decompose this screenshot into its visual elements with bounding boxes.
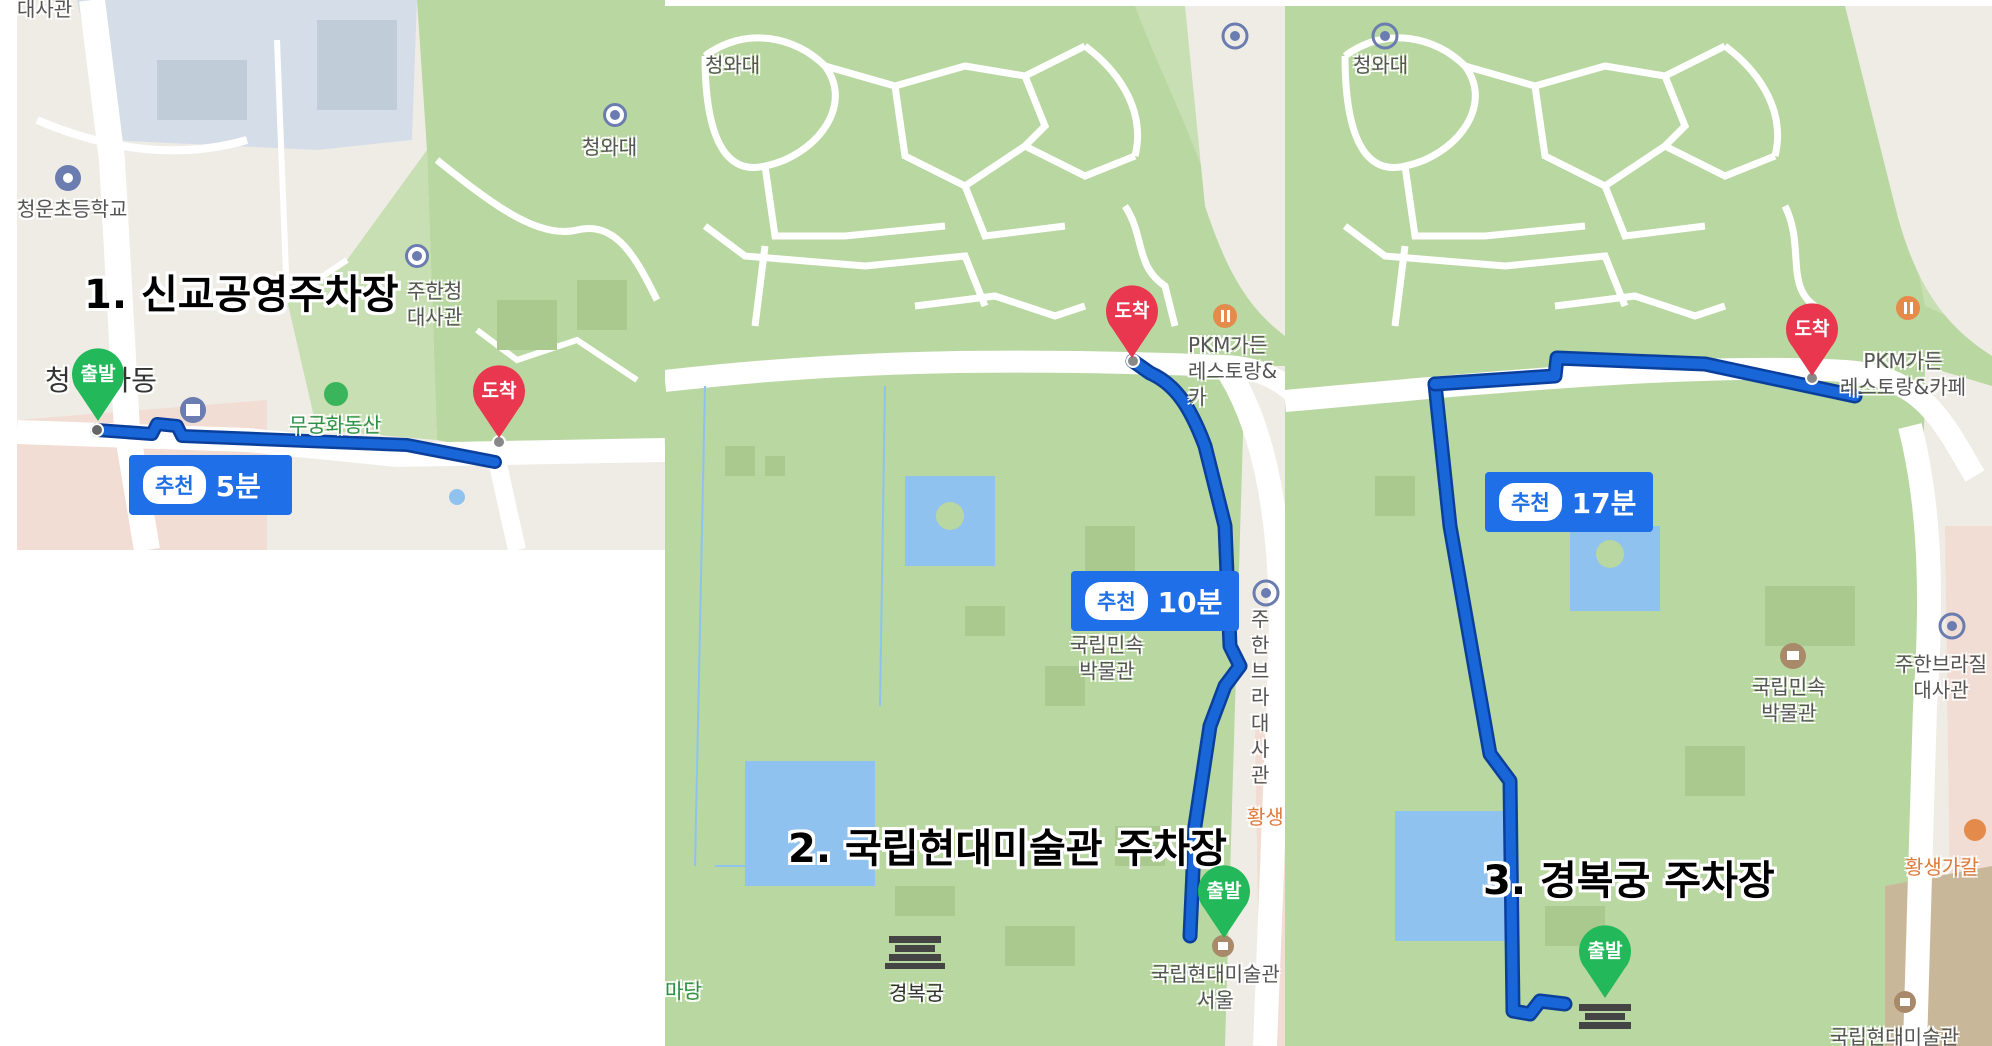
arrival-label: 도착	[481, 380, 517, 402]
map-panel-3[interactable]: 청와대 PKM가든 레스토랑&카페 국립민속 박물관 주한브라질 대사관 황생가…	[1285, 6, 1992, 1046]
poi-mmca-seoul: 국립현대미술관 서울	[1151, 962, 1280, 1012]
departure-label: 출발	[80, 363, 116, 385]
poi-pkm-garden: PKM가든 레스토랑&카	[1188, 333, 1278, 409]
poi-folk-museum: 국립민속 박물관	[1752, 675, 1826, 725]
poi-mmca-partial: 국립현대미술관	[1830, 1025, 1959, 1046]
poi-embassy-partial: 주한청 대사관	[407, 279, 463, 329]
cheongwadae-marker-icon	[603, 103, 627, 127]
poi-embassy-top: 대사관	[17, 0, 73, 21]
panel-title-3: 3. 경복궁 주차장	[1483, 858, 1775, 904]
route-badge-1[interactable]: 추천 5분	[129, 455, 292, 515]
arrival-label: 도착	[1794, 318, 1830, 340]
embassy-marker-icon	[405, 244, 429, 268]
poi-hwangsaeng: 황생가	[1247, 805, 1285, 829]
poi-brazil-embassy: 주한브라질 대사관	[1895, 652, 1987, 702]
poi-embassy-partial: 주한브라 대사관	[1251, 607, 1270, 787]
arrival-label: 도착	[1114, 300, 1150, 322]
poi-cheongwadae: 청와대	[1353, 53, 1409, 77]
arrival-pin-icon[interactable]: 도착	[1782, 300, 1842, 378]
recommend-tag: 추천	[1499, 483, 1562, 521]
departure-pin-icon[interactable]: 출발	[1194, 862, 1254, 940]
route-time: 17분	[1571, 487, 1637, 520]
recommend-tag: 추천	[1085, 582, 1148, 620]
map-canvas-2[interactable]	[665, 6, 1285, 1046]
map-panel-1[interactable]: 대사관 청운초등학교 청와대 주한청 대사관 청 효자동 무궁화동산 1. 신교…	[17, 0, 665, 550]
poi-gyeongbokgung: 경복궁	[889, 981, 945, 1005]
recommend-tag: 추천	[143, 466, 206, 504]
arrival-pin-icon[interactable]: 도착	[469, 362, 529, 440]
route-badge-2[interactable]: 추천 10분	[1071, 571, 1239, 631]
poi-folk-museum: 국립민속 박물관	[1070, 633, 1144, 683]
poi-madang: 마당	[665, 979, 702, 1003]
departure-pin-icon[interactable]: 출발	[1575, 922, 1635, 1000]
route-time: 5분	[215, 470, 261, 503]
arrival-pin-icon[interactable]: 도착	[1102, 282, 1162, 360]
panel-title-1: 1. 신교공영주차장	[84, 272, 399, 318]
poi-hwangsaeng: 황생가칼	[1905, 855, 1979, 879]
departure-label: 출발	[1587, 940, 1623, 962]
poi-cheongun-school: 청운초등학교	[17, 197, 128, 221]
route-time: 10분	[1157, 586, 1223, 619]
departure-pin-icon[interactable]: 출발	[68, 345, 128, 423]
route-badge-3[interactable]: 추천 17분	[1485, 472, 1653, 532]
departure-label: 출발	[1206, 880, 1242, 902]
map-panel-2[interactable]: 청와대 PKM가든 레스토랑&카 국립민속 박물관 경복궁 국립현대미술관 서울…	[665, 6, 1285, 1046]
poi-cheongwadae: 청와대	[705, 53, 761, 77]
poi-pkm-garden: PKM가든 레스토랑&카페	[1840, 349, 1966, 399]
poi-cheongwadae: 청와대	[582, 135, 638, 159]
panel-title-2: 2. 국립현대미술관 주차장	[788, 826, 1227, 872]
poi-mugunghwa: 무궁화동산	[289, 413, 381, 437]
